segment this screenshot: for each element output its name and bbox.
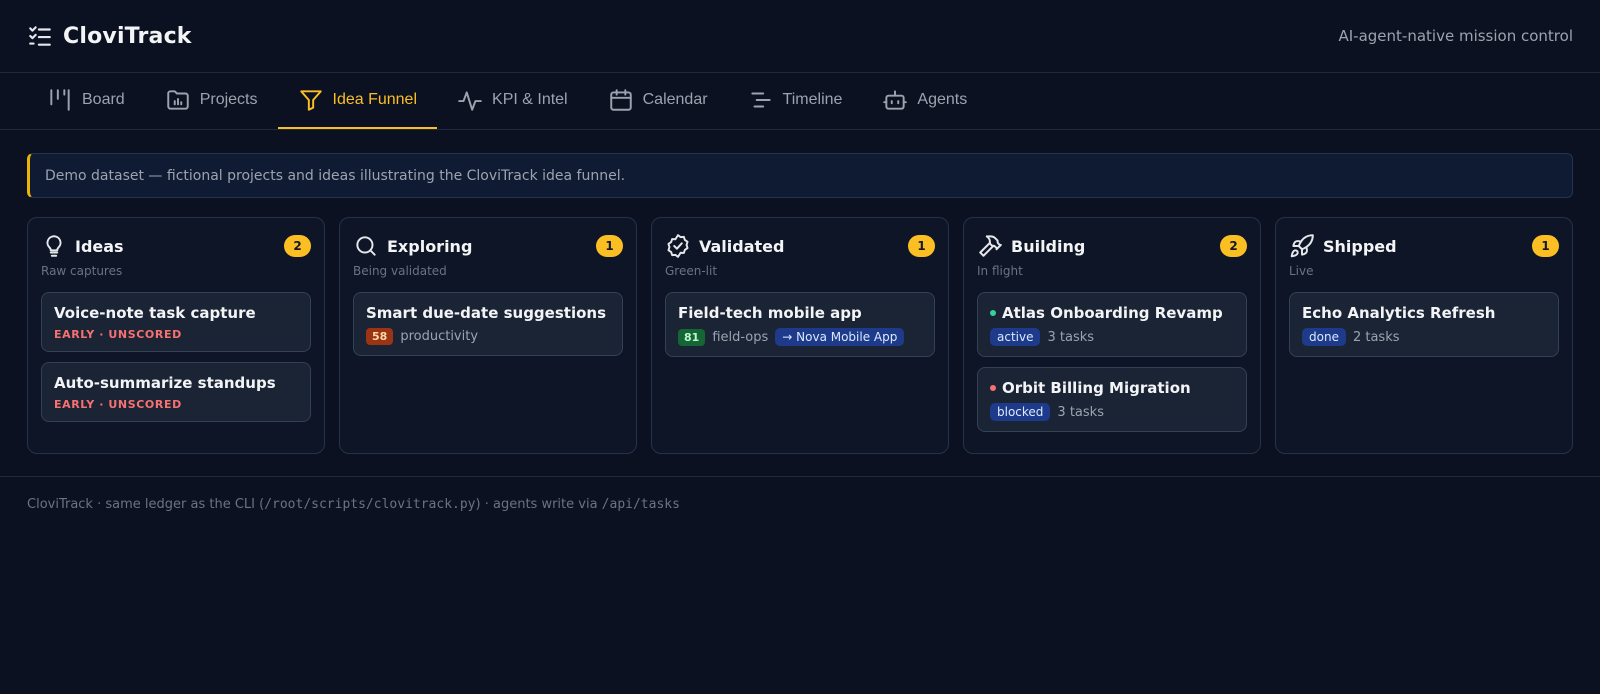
column-count-badge: 1 xyxy=(908,235,935,257)
column-shipped: Shipped 1 Live Echo Analytics Refresh do… xyxy=(1275,217,1573,454)
tab-label: Agents xyxy=(917,91,968,108)
card-category: productivity xyxy=(400,329,479,344)
badge-check-icon xyxy=(667,234,689,258)
idea-card[interactable]: Voice-note task capture EARLY · UNSCORED xyxy=(41,292,311,352)
column-count-badge: 1 xyxy=(1532,235,1559,257)
card-status: EARLY · UNSCORED xyxy=(54,398,182,411)
calendar-icon xyxy=(609,89,632,111)
project-card[interactable]: Atlas Onboarding Revamp active 3 tasks xyxy=(977,292,1247,357)
folder-chart-icon xyxy=(166,90,189,110)
score-badge: 81 xyxy=(678,328,706,346)
status-dot xyxy=(990,385,996,391)
status-dot xyxy=(990,310,996,316)
tab-label: Idea Funnel xyxy=(332,91,418,108)
column-subtitle: Raw captures xyxy=(41,264,123,278)
project-link[interactable]: → Nova Mobile App xyxy=(775,328,905,346)
column-building: Building 2 In flight Atlas Onboarding Re… xyxy=(963,217,1261,454)
project-card[interactable]: Orbit Billing Migration blocked 3 tasks xyxy=(977,367,1247,432)
column-title: Exploring xyxy=(387,236,473,256)
column-count-badge: 2 xyxy=(284,235,311,257)
checklist-icon xyxy=(29,26,51,46)
board-icon xyxy=(50,89,70,111)
column-exploring: Exploring 1 Being validated Smart due-da… xyxy=(339,217,637,454)
column-count-badge: 2 xyxy=(1220,235,1247,257)
task-count: 3 tasks xyxy=(1047,329,1095,345)
card-title: Auto-summarize standups xyxy=(54,374,276,392)
tab-label: Timeline xyxy=(782,91,843,108)
card-title: Smart due-date suggestions xyxy=(366,304,606,322)
demo-banner: Demo dataset — fictional projects and id… xyxy=(27,153,1573,198)
brand[interactable]: CloviTrack xyxy=(27,23,192,49)
tab-label: Board xyxy=(82,91,125,108)
column-ideas: Ideas 2 Raw captures Voice-note task cap… xyxy=(27,217,325,454)
task-count: 3 tasks xyxy=(1057,404,1104,420)
column-subtitle: Being validated xyxy=(353,264,447,278)
score-badge: 58 xyxy=(366,328,394,345)
card-category: field-ops xyxy=(712,329,769,345)
tab-projects[interactable]: Projects xyxy=(145,73,278,129)
column-count-badge: 1 xyxy=(596,235,623,257)
column-subtitle: In flight xyxy=(977,264,1023,278)
rocket-icon xyxy=(1290,234,1314,258)
footer: CloviTrack · same ledger as the CLI (/ro… xyxy=(27,497,680,512)
footer-divider xyxy=(0,476,1600,477)
hammer-icon xyxy=(979,235,1002,257)
top-bar: CloviTrack AI-agent-native mission contr… xyxy=(0,0,1600,73)
card-title: Orbit Billing Migration xyxy=(1002,379,1191,397)
column-subtitle: Live xyxy=(1289,264,1314,278)
funnel-icon xyxy=(299,90,322,111)
main-nav: Board Projects Idea Funnel KPI & Intel C… xyxy=(0,73,1600,130)
robot-icon xyxy=(883,90,908,110)
tab-label: Calendar xyxy=(642,91,708,108)
idea-card[interactable]: Field-tech mobile app 81 field-ops → Nov… xyxy=(665,292,935,357)
column-title: Ideas xyxy=(75,236,124,256)
tab-idea-funnel[interactable]: Idea Funnel xyxy=(277,73,438,129)
card-title: Echo Analytics Refresh xyxy=(1302,304,1496,322)
column-title: Shipped xyxy=(1323,236,1397,256)
search-icon xyxy=(356,236,376,256)
app-tagline: AI-agent-native mission control xyxy=(1338,27,1574,45)
pulse-icon xyxy=(458,91,482,111)
api-path: /api/tasks xyxy=(601,497,680,512)
tab-calendar[interactable]: Calendar xyxy=(588,73,728,129)
tab-kpi-intel[interactable]: KPI & Intel xyxy=(437,73,588,129)
footer-prefix: CloviTrack · same ledger as the CLI ( xyxy=(27,497,265,512)
footer-middle: ) · agents write via xyxy=(475,497,602,512)
timeline-icon xyxy=(750,92,771,108)
tab-label: KPI & Intel xyxy=(492,91,568,108)
column-validated: Validated 1 Green-lit Field-tech mobile … xyxy=(651,217,949,454)
lightbulb-icon xyxy=(46,235,62,257)
card-title: Atlas Onboarding Revamp xyxy=(1002,304,1223,322)
tab-timeline[interactable]: Timeline xyxy=(728,73,863,129)
idea-card[interactable]: Smart due-date suggestions 58 productivi… xyxy=(353,292,623,356)
column-title: Validated xyxy=(699,236,785,256)
app-title: CloviTrack xyxy=(63,23,192,49)
cli-path: /root/scripts/clovitrack.py xyxy=(264,497,476,512)
tab-agents[interactable]: Agents xyxy=(862,73,987,129)
status-pill: done xyxy=(1302,328,1346,346)
card-status: EARLY · UNSCORED xyxy=(54,328,182,341)
column-title: Building xyxy=(1011,236,1086,256)
card-title: Field-tech mobile app xyxy=(678,304,862,322)
funnel-columns: Ideas 2 Raw captures Voice-note task cap… xyxy=(27,217,1573,454)
project-card[interactable]: Echo Analytics Refresh done 2 tasks xyxy=(1289,292,1559,357)
tab-board[interactable]: Board xyxy=(27,73,145,129)
status-pill: active xyxy=(990,328,1041,346)
idea-card[interactable]: Auto-summarize standups EARLY · UNSCORED xyxy=(41,362,311,422)
column-subtitle: Green-lit xyxy=(665,264,718,278)
tab-label: Projects xyxy=(199,91,258,108)
task-count: 2 tasks xyxy=(1352,329,1400,345)
card-title: Voice-note task capture xyxy=(54,304,256,322)
status-pill: blocked xyxy=(990,403,1051,421)
